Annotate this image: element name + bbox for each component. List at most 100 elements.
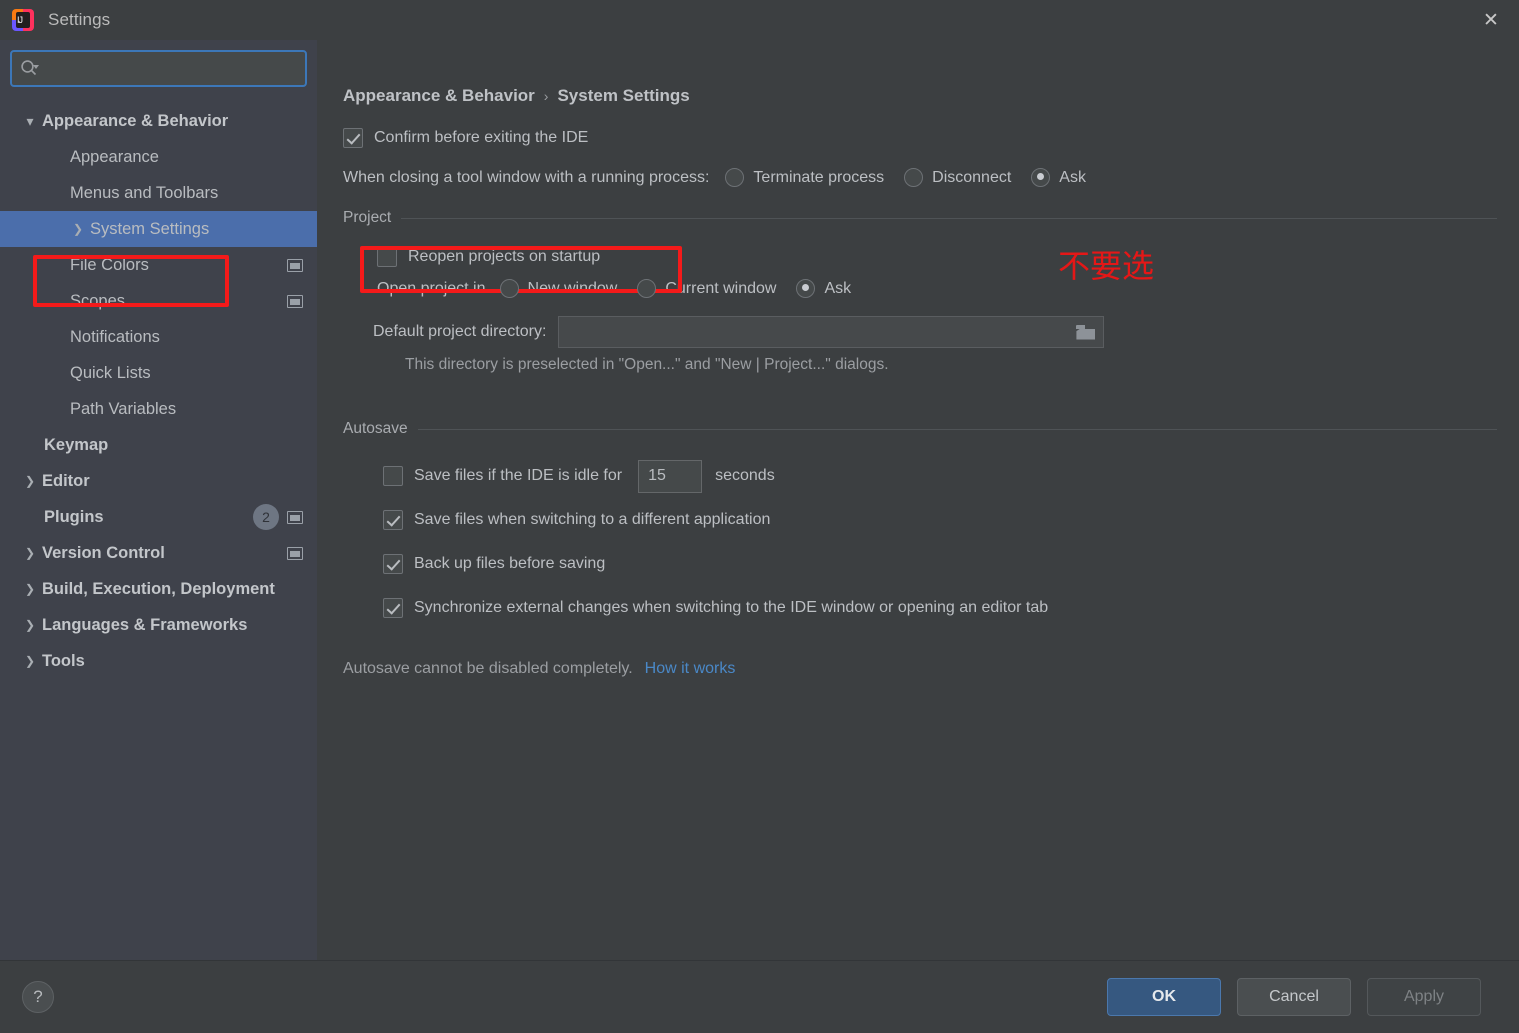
sidebar-item-label: Scopes: [70, 291, 126, 310]
radio-terminate-process[interactable]: [725, 168, 745, 187]
sidebar-item-keymap[interactable]: Keymap: [0, 427, 317, 463]
search-box[interactable]: [10, 50, 307, 87]
autosave-idle-checkbox[interactable]: [383, 466, 403, 486]
ok-button[interactable]: OK: [1107, 978, 1221, 1016]
annotation-text-chinese: 不要选: [1058, 247, 1155, 285]
sidebar-item-notifications[interactable]: Notifications: [0, 319, 317, 355]
sidebar-item-file-colors[interactable]: File Colors: [0, 247, 317, 283]
sidebar-item-label: Keymap: [44, 435, 109, 454]
chevron-right-icon[interactable]: [22, 582, 38, 596]
radio-disconnect[interactable]: [904, 168, 924, 187]
help-icon[interactable]: ?: [22, 981, 54, 1013]
window-scope-icon: [287, 294, 303, 308]
closing-tool-window-row: When closing a tool window with a runnin…: [343, 168, 1497, 187]
cancel-button[interactable]: Cancel: [1237, 978, 1351, 1016]
sidebar-item-label: File Colors: [70, 255, 149, 274]
autosave-backup-row[interactable]: Back up files before saving: [383, 542, 1497, 586]
breadcrumb: Appearance & Behavior › System Settings: [343, 86, 1497, 106]
radio-current-window-label: Current window: [665, 279, 777, 297]
chevron-down-icon[interactable]: [22, 113, 38, 130]
sidebar-item-path-variables[interactable]: Path Variables: [0, 391, 317, 427]
sidebar-item-version-control[interactable]: Version Control: [0, 535, 317, 571]
autosave-backup-checkbox[interactable]: [383, 554, 403, 574]
radio-new-window-label: New window: [527, 279, 618, 297]
sidebar-item-label: Plugins: [44, 507, 104, 526]
radio-disconnect-label: Disconnect: [932, 168, 1012, 186]
folder-icon[interactable]: [1076, 324, 1095, 340]
sidebar-item-label: Version Control: [42, 543, 165, 562]
default-project-directory-label: Default project directory:: [373, 323, 547, 340]
settings-sidebar: Appearance & Behavior Appearance Menus and…: [0, 40, 317, 960]
sidebar-item-label: Languages & Frameworks: [42, 615, 248, 634]
default-project-directory-input[interactable]: [558, 316, 1105, 348]
intellij-idea-icon: IJ: [12, 9, 34, 31]
how-it-works-link[interactable]: How it works: [645, 660, 736, 678]
app-icon-letters: IJ: [17, 15, 23, 25]
sidebar-item-scopes[interactable]: Scopes: [0, 283, 317, 319]
reopen-projects-row[interactable]: Reopen projects on startup: [377, 243, 1497, 271]
sidebar-item-appearance-behavior[interactable]: Appearance & Behavior: [0, 103, 317, 139]
sidebar-item-indicators: [279, 546, 303, 560]
breadcrumb-current: System Settings: [557, 86, 690, 105]
closing-tool-window-label: When closing a tool window with a runnin…: [343, 168, 710, 186]
sidebar-item-label: Appearance & Behavior: [42, 111, 229, 130]
sidebar-item-indicators: 2: [253, 504, 303, 530]
settings-main-panel: Appearance & Behavior › System Settings …: [317, 40, 1519, 960]
search-icon: [20, 59, 39, 78]
breadcrumb-separator-icon: ›: [543, 88, 549, 104]
radio-terminate-process-label: Terminate process: [753, 168, 885, 186]
sidebar-item-plugins[interactable]: Plugins 2: [0, 499, 317, 535]
radio-ask-closing[interactable]: [1031, 168, 1051, 187]
chevron-right-icon[interactable]: [22, 618, 38, 632]
apply-button[interactable]: Apply: [1367, 978, 1481, 1016]
autosave-group-divider: [417, 428, 1497, 430]
settings-dialog: IJ Settings ✕ Appearance &: [0, 0, 1519, 1033]
sidebar-item-label: Notifications: [70, 327, 160, 346]
chevron-right-icon[interactable]: [22, 546, 38, 560]
settings-tree: Appearance & Behavior Appearance Menus and…: [0, 103, 317, 679]
sidebar-item-editor[interactable]: Editor: [0, 463, 317, 499]
radio-new-window[interactable]: [499, 279, 519, 298]
sidebar-item-label: Quick Lists: [70, 363, 151, 382]
autosave-idle-label: Save files if the IDE is idle for: [414, 467, 623, 484]
default-project-directory-hint: This directory is preselected in "Open..…: [405, 356, 889, 373]
radio-ask-closing-label: Ask: [1059, 168, 1086, 186]
autosave-sync-label: Synchronize external changes when switch…: [414, 599, 1049, 616]
project-group-title: Project: [343, 209, 392, 226]
sidebar-item-menus-and-toolbars[interactable]: Menus and Toolbars: [0, 175, 317, 211]
radio-ask-open-project[interactable]: [796, 279, 816, 298]
radio-current-window[interactable]: [637, 279, 657, 298]
window-scope-icon: [287, 546, 303, 560]
sidebar-item-appearance[interactable]: Appearance: [0, 139, 317, 175]
breadcrumb-root[interactable]: Appearance & Behavior: [343, 86, 535, 106]
search-input[interactable]: [43, 60, 297, 77]
autosave-sync-checkbox[interactable]: [383, 598, 403, 618]
sidebar-item-tools[interactable]: Tools: [0, 643, 317, 679]
close-icon[interactable]: ✕: [1463, 0, 1519, 40]
sidebar-item-system-settings[interactable]: System Settings: [0, 211, 317, 247]
sidebar-item-quick-lists[interactable]: Quick Lists: [0, 355, 317, 391]
project-group-body: Reopen projects on startup 不要选 Open proj…: [343, 243, 1497, 374]
sidebar-item-label: Tools: [42, 651, 85, 670]
autosave-sync-row[interactable]: Synchronize external changes when switch…: [383, 586, 1497, 630]
autosave-note-text: Autosave cannot be disabled completely.: [343, 660, 633, 677]
autosave-backup-label: Back up files before saving: [414, 555, 606, 572]
chevron-right-icon[interactable]: [70, 222, 86, 236]
autosave-switch-app-checkbox[interactable]: [383, 510, 403, 530]
footer-buttons: OK Cancel Apply: [1107, 978, 1481, 1016]
sidebar-item-languages-frameworks[interactable]: Languages & Frameworks: [0, 607, 317, 643]
autosave-group-header: Autosave: [343, 420, 1497, 438]
autosave-switch-app-row[interactable]: Save files when switching to a different…: [383, 498, 1497, 542]
confirm-exit-checkbox[interactable]: [343, 128, 363, 148]
chevron-right-icon[interactable]: [22, 474, 38, 488]
autosave-group-title: Autosave: [343, 420, 408, 437]
sidebar-item-build-execution-deployment[interactable]: Build, Execution, Deployment: [0, 571, 317, 607]
autosave-idle-seconds-input[interactable]: 15: [638, 459, 703, 493]
chevron-right-icon[interactable]: [22, 654, 38, 668]
sidebar-item-label: Build, Execution, Deployment: [42, 579, 275, 598]
reopen-projects-checkbox[interactable]: [377, 247, 397, 267]
confirm-exit-row[interactable]: Confirm before exiting the IDE: [343, 128, 1497, 148]
project-group-divider: [401, 217, 1497, 219]
dialog-footer: ? OK Cancel Apply: [0, 961, 1519, 1033]
search-wrapper: [0, 50, 317, 87]
